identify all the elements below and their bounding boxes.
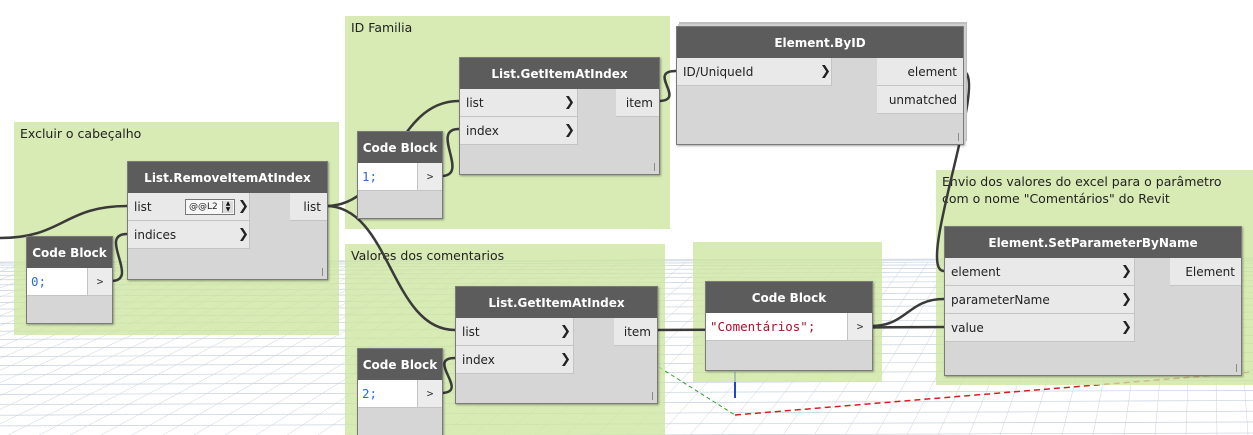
input-port-parametername[interactable]: parameterName ❯ [945, 286, 1135, 314]
spinner-icon[interactable]: ▲ ▼ [222, 201, 233, 213]
chevron-right-icon: ❯ [1121, 264, 1132, 279]
code-block-2-node[interactable]: Code Block 2; > [357, 348, 443, 435]
output-arrow-icon[interactable]: > [87, 268, 112, 295]
port-label: value [951, 320, 984, 335]
port-label: list [303, 199, 321, 214]
output-port-element[interactable]: element [877, 58, 963, 86]
port-label: element [951, 264, 1001, 279]
port-label: list [134, 199, 152, 214]
input-port-id[interactable]: ID/UniqueId ❯ [677, 58, 832, 86]
chevron-right-icon: ❯ [564, 95, 575, 110]
node-title: Element.SetParameterByName [945, 227, 1241, 258]
code-text: 2; [362, 386, 378, 401]
resize-handle[interactable] [652, 392, 653, 400]
input-port-index[interactable]: index ❯ [456, 346, 574, 374]
port-label: unmatched [888, 92, 957, 107]
chevron-right-icon: ❯ [238, 199, 249, 214]
input-port-element[interactable]: element ❯ [945, 258, 1135, 286]
node-title: List.RemoveItemAtIndex [128, 162, 327, 193]
chevron-right-icon: ❯ [564, 123, 575, 138]
port-label: element [907, 64, 957, 79]
code-block-1-node[interactable]: Code Block 1; > [357, 131, 443, 219]
output-arrow-icon[interactable]: > [847, 313, 872, 340]
resize-handle[interactable] [958, 133, 959, 141]
port-label: item [623, 324, 651, 339]
code-text: 1; [362, 169, 378, 184]
node-title: Code Block [358, 349, 442, 380]
output-port-item[interactable]: item [616, 89, 659, 117]
node-title: Code Block [706, 282, 872, 313]
port-label: index [466, 123, 499, 138]
input-port-list[interactable]: list @@L2 ▲ ▼ ❯ [128, 193, 250, 221]
group-title-id-familia: ID Familia [351, 20, 413, 35]
set-parameter-by-name-node[interactable]: Element.SetParameterByName element ❯ par… [944, 226, 1242, 376]
port-label: item [625, 95, 653, 110]
output-port-list[interactable]: list [290, 193, 327, 221]
output-port-unmatched[interactable]: unmatched [877, 86, 963, 114]
port-label: list [466, 95, 484, 110]
chevron-right-icon: ❯ [1121, 292, 1132, 307]
code-editor[interactable]: 2; > [358, 380, 442, 408]
code-editor[interactable]: "Comentários"; > [706, 313, 872, 341]
node-title: Element.ByID [677, 27, 963, 58]
resize-handle[interactable] [322, 268, 323, 276]
graph-canvas[interactable]: Excluir o cabeçalho ID Familia Valores d… [0, 0, 1253, 435]
output-port-item[interactable]: item [614, 318, 657, 346]
group-title-excluir: Excluir o cabeçalho [20, 126, 142, 141]
element-by-id-node[interactable]: Element.ByID ID/UniqueId ❯ element unmat… [676, 26, 964, 145]
port-label: index [462, 352, 495, 367]
output-arrow-icon[interactable]: > [417, 380, 442, 407]
code-editor[interactable]: 0; > [27, 268, 112, 296]
resize-handle[interactable] [1236, 364, 1237, 372]
port-label: Element [1185, 264, 1235, 279]
input-port-value[interactable]: value ❯ [945, 314, 1135, 342]
lacing-label: @@L2 [189, 202, 218, 212]
output-port-element[interactable]: Element [1170, 258, 1241, 286]
chevron-right-icon: ❯ [820, 64, 831, 79]
get-item-at-index-1-node[interactable]: List.GetItemAtIndex list ❯ index ❯ item [459, 57, 660, 175]
code-block-string-node[interactable]: Code Block "Comentários"; > [705, 281, 873, 371]
chevron-right-icon: ❯ [560, 324, 571, 339]
node-title: List.GetItemAtIndex [460, 58, 659, 89]
port-label: list [462, 324, 480, 339]
input-port-list[interactable]: list ❯ [460, 89, 578, 117]
input-port-indices[interactable]: indices ❯ [128, 221, 250, 249]
code-block-0-node[interactable]: Code Block 0; > [26, 236, 113, 324]
code-editor[interactable]: 1; > [358, 163, 442, 191]
code-text: "Comentários"; [710, 319, 816, 334]
lacing-selector[interactable]: @@L2 ▲ ▼ [185, 199, 235, 215]
node-title: Code Block [358, 132, 442, 163]
code-text: 0; [31, 274, 47, 289]
resize-handle[interactable] [654, 163, 655, 171]
input-port-index[interactable]: index ❯ [460, 117, 578, 145]
output-arrow-icon[interactable]: > [417, 163, 442, 190]
chevron-right-icon: ❯ [238, 227, 249, 242]
chevron-right-icon: ❯ [560, 352, 571, 367]
chevron-right-icon: ❯ [1121, 320, 1132, 335]
port-label: indices [134, 227, 177, 242]
group-title-envio: Envio dos valores do excel para o parâme… [942, 174, 1222, 206]
node-title: Code Block [27, 237, 112, 268]
port-label: ID/UniqueId [683, 64, 754, 79]
input-port-list[interactable]: list ❯ [456, 318, 574, 346]
port-label: parameterName [951, 292, 1050, 307]
group-title-valores: Valores dos comentarios [351, 248, 505, 263]
node-title: List.GetItemAtIndex [456, 287, 657, 318]
get-item-at-index-2-node[interactable]: List.GetItemAtIndex list ❯ index ❯ item [455, 286, 658, 404]
remove-item-at-index-node[interactable]: List.RemoveItemAtIndex list @@L2 ▲ ▼ ❯ in… [127, 161, 328, 280]
